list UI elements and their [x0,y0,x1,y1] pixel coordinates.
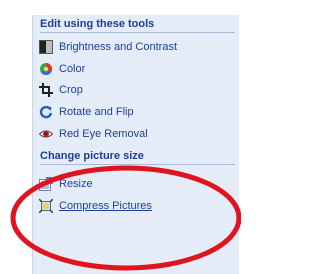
crop-icon [39,83,53,97]
color-wheel-icon [40,63,53,76]
resize-icon [39,177,53,191]
red-eye-icon [39,130,53,138]
brightness-contrast-icon [39,40,53,54]
rotate-flip-link[interactable]: Rotate and Flip [39,103,234,121]
size-section-heading: Change picture size [40,150,144,162]
brightness-contrast-label: Brightness and Contrast [59,41,178,53]
color-label: Color [59,63,86,75]
picture-tools-pane: Edit using these tools Brightness and Co… [32,15,239,274]
resize-link[interactable]: Resize [39,175,234,193]
color-link[interactable]: Color [39,60,234,78]
rotate-flip-label: Rotate and Flip [59,106,134,118]
compress-pictures-label: Compress Pictures [59,200,152,212]
compress-pictures-icon [39,199,53,213]
edit-section-divider [40,32,235,33]
brightness-contrast-link[interactable]: Brightness and Contrast [39,38,234,56]
resize-label: Resize [59,178,93,190]
rotate-flip-icon [39,105,53,119]
edit-section-heading: Edit using these tools [40,18,155,30]
red-eye-removal-label: Red Eye Removal [59,128,148,140]
red-eye-removal-link[interactable]: Red Eye Removal [39,125,234,143]
crop-link[interactable]: Crop [39,81,234,99]
compress-pictures-link[interactable]: Compress Pictures [39,197,234,215]
size-section-divider [40,164,235,165]
crop-label: Crop [59,84,83,96]
